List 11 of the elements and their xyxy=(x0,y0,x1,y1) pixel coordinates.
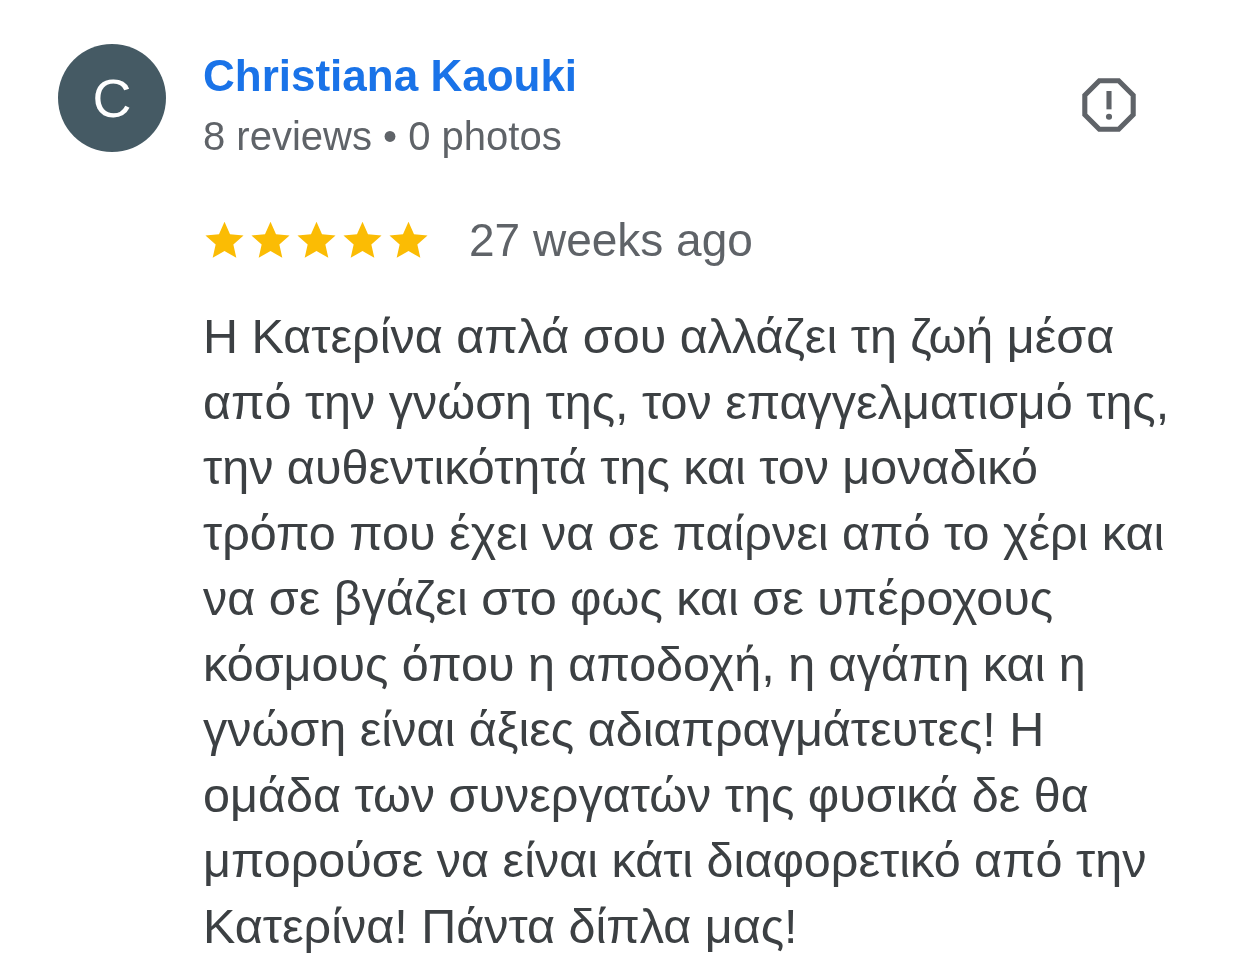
review-text: Η Κατερίνα απλά σου αλλάζει τη ζωή μέσα από την γνώση της, τον επαγγελματισμό της, την αυθεντικότητά της και τον μοναδικό τρόπο που έχει να σε παίρνει από το χέρι και να σε βγάζει στο φως και σε υπέροχους κόσμους όπου η αποδοχή, η αγάπη και η γνώση είναι άξιες αδιαπραγμάτευτες! Η ομάδα των συνεργατών της φυσικά δε θα μπορούσε να είναι κάτι διαφορετικό από την Κατερίνα! Πάντα δίπλα μας! xyxy=(203,308,1171,955)
review-time: 27 weeks ago xyxy=(469,214,753,266)
star-filled-icon xyxy=(343,220,382,260)
star-filled-icon xyxy=(297,220,336,260)
star-filled-icon xyxy=(205,220,244,260)
reviewer-stats: 8 reviews • 0 photos xyxy=(203,113,563,159)
alert-octagon-icon[interactable] xyxy=(1082,78,1136,132)
star-filled-icon xyxy=(389,220,428,260)
avatar[interactable]: C xyxy=(58,44,166,152)
reviewer-name-link[interactable]: Christiana Kaouki xyxy=(203,51,578,101)
star-filled-icon xyxy=(251,220,290,260)
